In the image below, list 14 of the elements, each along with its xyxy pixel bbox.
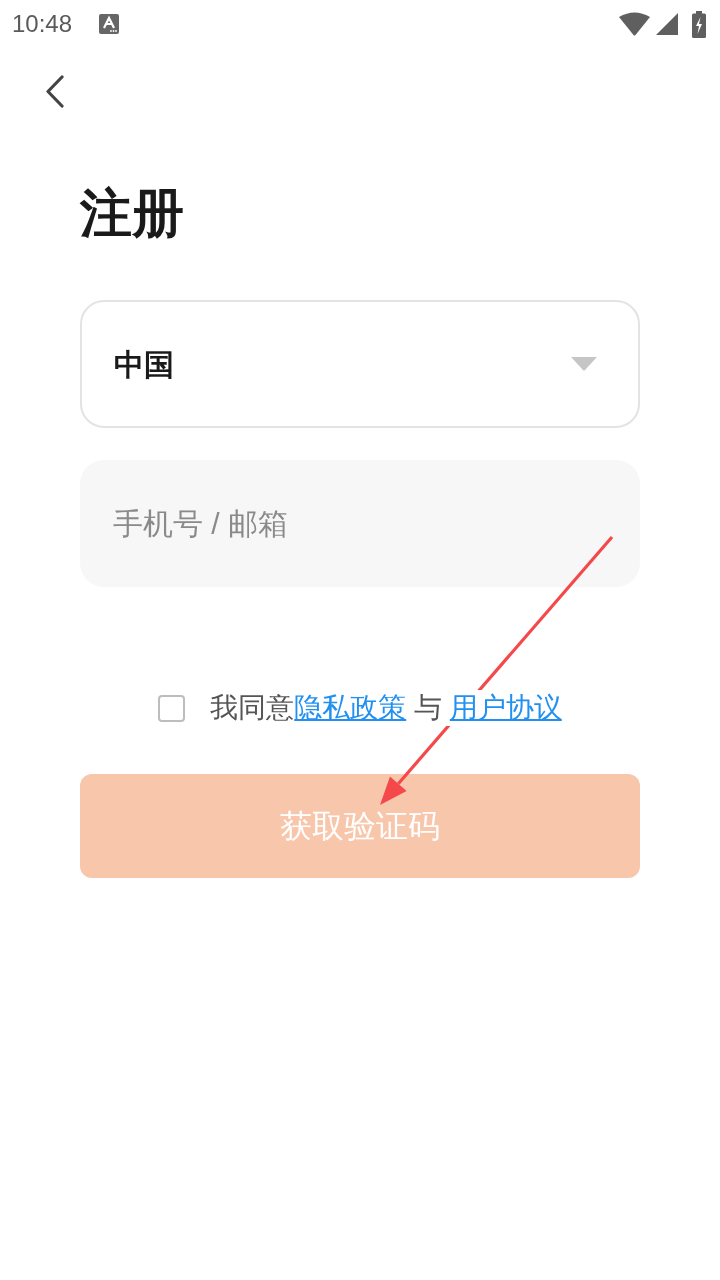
region-dropdown[interactable]: 中国	[80, 300, 640, 428]
page-title: 注册	[80, 183, 184, 243]
battery-charging-icon	[692, 10, 706, 38]
signal-icon	[656, 13, 678, 35]
back-chevron-icon	[45, 74, 65, 108]
agreement-text: 我同意隐私政策 与 用户协议	[210, 690, 562, 726]
status-time: 10:48	[12, 12, 73, 36]
agreement-link[interactable]: 用户协议	[449, 692, 562, 723]
dropdown-caret-icon	[571, 357, 597, 371]
app-notification-icon	[99, 14, 120, 34]
agreement-link[interactable]: 隐私政策	[294, 692, 407, 723]
account-input-field[interactable]: 手机号 / 邮箱	[80, 460, 640, 587]
wifi-icon	[619, 12, 650, 36]
agreement-checkbox[interactable]	[158, 694, 186, 722]
